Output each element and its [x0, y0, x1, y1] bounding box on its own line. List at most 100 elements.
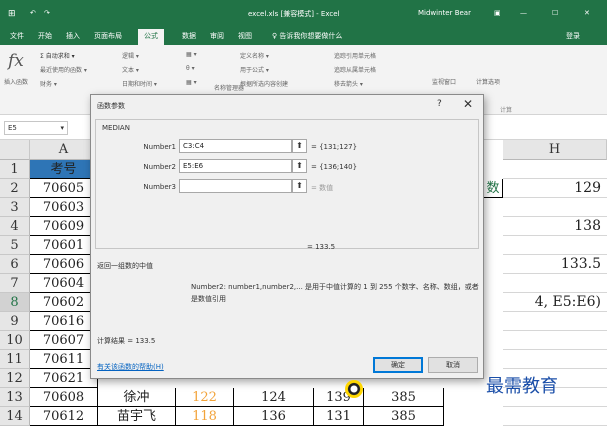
- use-in-formula-button[interactable]: 用于公式 ▾: [240, 65, 269, 74]
- cell-a[interactable]: 70609: [30, 217, 98, 236]
- cell-h[interactable]: [503, 312, 607, 331]
- collapse-dialog-icon[interactable]: ⬆: [292, 179, 307, 193]
- row-header[interactable]: 2: [0, 179, 30, 198]
- cell-h[interactable]: 129: [503, 179, 607, 198]
- login-link[interactable]: 登录: [566, 31, 580, 41]
- datetime-button[interactable]: 日期和时间 ▾: [122, 79, 157, 88]
- cell-a[interactable]: 70611: [30, 350, 98, 369]
- calc-options-button[interactable]: 计算选项: [476, 77, 500, 86]
- insert-function-icon[interactable]: fx: [8, 51, 24, 71]
- minimize-icon[interactable]: —: [520, 9, 527, 17]
- ok-button[interactable]: 确定: [373, 357, 423, 373]
- row-header[interactable]: 11: [0, 350, 30, 369]
- cell-row13-f[interactable]: 385: [364, 388, 444, 407]
- logical-button[interactable]: 逻辑 ▾: [122, 51, 139, 60]
- row-header[interactable]: 9: [0, 312, 30, 331]
- math-icon[interactable]: θ ▾: [186, 65, 195, 72]
- cell-h[interactable]: [503, 331, 607, 350]
- row-header[interactable]: 12: [0, 369, 30, 388]
- row-header[interactable]: 6: [0, 255, 30, 274]
- cell-a[interactable]: 70604: [30, 274, 98, 293]
- remove-arrows-button[interactable]: 移去箭头 ▾: [334, 79, 363, 88]
- cell-row13-d[interactable]: 124: [234, 388, 314, 407]
- tab-file[interactable]: 文件: [10, 31, 24, 41]
- cell-a[interactable]: 70616: [30, 312, 98, 331]
- help-icon[interactable]: ?: [437, 99, 442, 109]
- cell-h[interactable]: 138: [503, 217, 607, 236]
- cell-a[interactable]: 70601: [30, 236, 98, 255]
- recent-functions-button[interactable]: 最近使用的函数 ▾: [40, 65, 87, 74]
- tab-page-layout[interactable]: 页面布局: [94, 31, 122, 41]
- cell-a[interactable]: 考号: [30, 160, 98, 179]
- number3-input[interactable]: [179, 179, 292, 193]
- cell-h[interactable]: [503, 160, 607, 179]
- tab-review[interactable]: 审阅: [210, 31, 224, 41]
- cell-a[interactable]: 70608: [30, 388, 98, 407]
- column-header-a[interactable]: A: [30, 140, 98, 160]
- tab-view[interactable]: 视图: [238, 31, 252, 41]
- cell-a[interactable]: 70602: [30, 293, 98, 312]
- row-header[interactable]: 10: [0, 331, 30, 350]
- tab-data[interactable]: 数据: [182, 31, 196, 41]
- row-header[interactable]: 13: [0, 388, 30, 407]
- cell-a[interactable]: 70607: [30, 331, 98, 350]
- help-link[interactable]: 有关该函数的帮助(H): [97, 362, 164, 372]
- cell-h[interactable]: 133.5: [503, 255, 607, 274]
- cell-row13-c[interactable]: 122: [176, 388, 234, 407]
- redo-icon[interactable]: ↷: [44, 9, 50, 17]
- excel-logo-icon[interactable]: ⊞: [8, 9, 16, 19]
- define-name-button[interactable]: 定义名称 ▾: [240, 51, 269, 60]
- collapse-dialog-icon[interactable]: ⬆: [292, 159, 307, 173]
- number1-input[interactable]: C3:C4: [179, 139, 292, 153]
- cell-h[interactable]: [503, 198, 607, 217]
- column-header-h[interactable]: H: [503, 140, 607, 160]
- ribbon-display-icon[interactable]: ▣: [494, 9, 501, 17]
- row-header[interactable]: 4: [0, 217, 30, 236]
- maximize-icon[interactable]: ☐: [552, 9, 558, 17]
- row-header[interactable]: 8: [0, 293, 30, 312]
- close-icon[interactable]: ✕: [463, 97, 473, 111]
- cell-row14-e[interactable]: 131: [314, 407, 364, 426]
- trace-precedents-button[interactable]: 追踪引用单元格: [334, 51, 376, 60]
- cancel-button[interactable]: 取消: [428, 357, 478, 373]
- text-button[interactable]: 文本 ▾: [122, 65, 139, 74]
- cell-row14-b[interactable]: 苗宇飞: [98, 407, 176, 426]
- user-name[interactable]: Midwinter Bear: [418, 9, 471, 17]
- cell-row12-f[interactable]: 数: [484, 179, 503, 198]
- row-header[interactable]: 14: [0, 407, 30, 426]
- tell-me-search[interactable]: ♀ 告诉我你想要做什么: [272, 31, 342, 41]
- more-functions-icon[interactable]: ▦ ▾: [186, 79, 197, 86]
- row-header[interactable]: 3: [0, 198, 30, 217]
- tab-insert[interactable]: 插入: [66, 31, 80, 41]
- close-window-icon[interactable]: ✕: [584, 9, 590, 17]
- cell-h[interactable]: [503, 407, 607, 426]
- trace-dependents-button[interactable]: 追踪从属单元格: [334, 65, 376, 74]
- create-from-selection-button[interactable]: 根据所选内容创建: [240, 79, 288, 88]
- watch-window-button[interactable]: 监视窗口: [432, 77, 456, 86]
- row-header[interactable]: 7: [0, 274, 30, 293]
- lookup-icon[interactable]: ▦ ▾: [186, 51, 197, 58]
- cell-a[interactable]: 70621: [30, 369, 98, 388]
- name-box[interactable]: E5 ▾: [4, 121, 68, 135]
- row-header[interactable]: 1: [0, 160, 30, 179]
- cell-h[interactable]: [503, 350, 607, 369]
- cell-a[interactable]: 70606: [30, 255, 98, 274]
- autosum-button[interactable]: Σ 自动求和 ▾: [40, 51, 75, 60]
- cell-row14-c[interactable]: 118: [176, 407, 234, 426]
- insert-function-button[interactable]: 插入函数: [4, 77, 28, 86]
- tab-formulas[interactable]: 公式: [138, 29, 164, 45]
- collapse-dialog-icon[interactable]: ⬆: [292, 139, 307, 153]
- cell-h[interactable]: [503, 274, 607, 293]
- row-header[interactable]: 5: [0, 236, 30, 255]
- cell-a[interactable]: 70603: [30, 198, 98, 217]
- cell-h[interactable]: 4, E5:E6): [503, 293, 607, 312]
- cell-a[interactable]: 70612: [30, 407, 98, 426]
- select-all-corner[interactable]: [0, 140, 30, 160]
- cell-h[interactable]: [503, 236, 607, 255]
- cell-row14-d[interactable]: 136: [234, 407, 314, 426]
- cell-a[interactable]: 70605: [30, 179, 98, 198]
- financial-button[interactable]: 财务 ▾: [40, 79, 57, 88]
- undo-icon[interactable]: ↶: [30, 9, 36, 17]
- cell-row13-b[interactable]: 徐冲: [98, 388, 176, 407]
- number2-input[interactable]: E5:E6: [179, 159, 292, 173]
